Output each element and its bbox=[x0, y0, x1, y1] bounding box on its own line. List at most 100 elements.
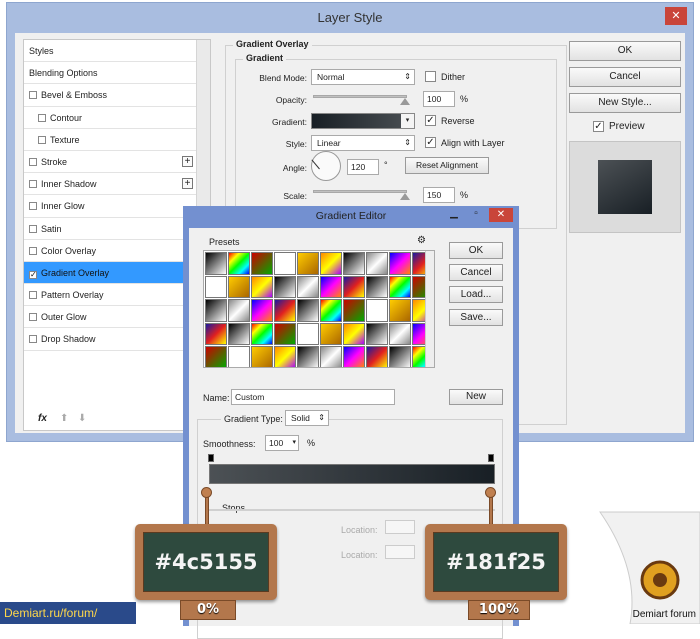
preset-swatch[interactable] bbox=[205, 252, 227, 275]
style-item-satin[interactable]: Satin bbox=[24, 218, 196, 240]
style-item-outer-glow[interactable]: Outer Glow bbox=[24, 306, 196, 329]
style-item-gradient-overlay[interactable]: ✓ Gradient Overlay bbox=[24, 261, 196, 285]
chevron-down-icon[interactable]: ▾ bbox=[401, 114, 414, 128]
fx-icon[interactable]: fx bbox=[38, 413, 47, 424]
gradient-picker[interactable] bbox=[311, 113, 415, 129]
style-item-drop-shadow[interactable]: Drop Shadow bbox=[24, 328, 196, 351]
arrow-down-icon[interactable]: ⬇ bbox=[78, 413, 86, 424]
style-item-stroke[interactable]: Stroke + bbox=[24, 151, 196, 174]
preset-swatch[interactable] bbox=[297, 252, 319, 275]
opacity-stop-left[interactable] bbox=[208, 454, 214, 462]
preset-swatch[interactable] bbox=[274, 299, 296, 322]
scale-slider[interactable] bbox=[313, 190, 410, 200]
checkbox[interactable] bbox=[29, 335, 37, 344]
location-input[interactable] bbox=[385, 520, 415, 534]
checkbox[interactable] bbox=[29, 313, 37, 322]
add-icon[interactable]: + bbox=[182, 155, 193, 167]
checkbox[interactable] bbox=[29, 224, 37, 233]
preset-swatch[interactable] bbox=[205, 299, 227, 322]
preset-swatch[interactable] bbox=[320, 252, 342, 275]
preset-swatch[interactable] bbox=[274, 252, 296, 275]
angle-dial[interactable] bbox=[311, 151, 341, 181]
style-item-styles[interactable]: Styles bbox=[24, 40, 196, 63]
preset-swatch[interactable] bbox=[366, 322, 388, 345]
smoothness-input[interactable]: 100 ▾ bbox=[265, 435, 299, 451]
site-link[interactable]: Demiart.ru/forum/ bbox=[0, 602, 136, 624]
style-item-inner-glow[interactable]: Inner Glow bbox=[24, 195, 196, 218]
scale-input[interactable]: 150 bbox=[423, 187, 455, 203]
reverse-checkbox[interactable]: ✓ bbox=[425, 115, 436, 126]
dither-checkbox[interactable] bbox=[425, 71, 436, 82]
preset-swatch[interactable] bbox=[205, 346, 227, 367]
preset-swatch[interactable] bbox=[274, 346, 296, 367]
close-button[interactable]: ✕ bbox=[665, 7, 687, 25]
scrollbar[interactable] bbox=[425, 251, 434, 367]
cancel-button[interactable]: Cancel bbox=[569, 67, 681, 87]
preset-swatch[interactable] bbox=[389, 275, 411, 298]
checkbox[interactable] bbox=[29, 157, 37, 166]
preset-swatch[interactable] bbox=[251, 252, 273, 275]
preset-swatch[interactable] bbox=[343, 346, 365, 367]
ok-button[interactable]: OK bbox=[449, 242, 503, 259]
gradient-bar[interactable] bbox=[209, 464, 495, 484]
preset-swatch[interactable] bbox=[320, 275, 342, 298]
add-icon[interactable]: + bbox=[182, 178, 193, 190]
align-checkbox[interactable]: ✓ bbox=[425, 137, 436, 148]
cancel-button[interactable]: Cancel bbox=[449, 264, 503, 281]
style-select[interactable]: Linear ⇕ bbox=[311, 135, 415, 151]
preset-swatch[interactable] bbox=[228, 299, 250, 322]
preset-swatch[interactable] bbox=[274, 275, 296, 298]
style-item-pattern-overlay[interactable]: Pattern Overlay bbox=[24, 284, 196, 307]
style-item-texture[interactable]: Texture bbox=[24, 129, 196, 151]
preset-swatch[interactable] bbox=[228, 346, 250, 367]
opacity-stop-right[interactable] bbox=[488, 454, 494, 462]
preset-swatch[interactable] bbox=[251, 275, 273, 298]
presets-grid[interactable] bbox=[203, 250, 435, 368]
preset-swatch[interactable] bbox=[343, 322, 365, 345]
blend-mode-select[interactable]: Normal ⇕ bbox=[311, 69, 415, 85]
preset-swatch[interactable] bbox=[228, 275, 250, 298]
preset-swatch[interactable] bbox=[389, 346, 411, 367]
location-input[interactable] bbox=[385, 545, 415, 559]
preset-swatch[interactable] bbox=[251, 322, 273, 345]
preset-swatch[interactable] bbox=[366, 252, 388, 275]
style-item-inner-shadow[interactable]: Inner Shadow + bbox=[24, 173, 196, 196]
preset-swatch[interactable] bbox=[366, 299, 388, 322]
new-button[interactable]: New bbox=[449, 389, 503, 405]
checkbox[interactable] bbox=[29, 180, 37, 189]
checkbox[interactable] bbox=[29, 246, 37, 255]
preview-checkbox[interactable]: ✓ bbox=[593, 121, 604, 132]
preset-swatch[interactable] bbox=[320, 322, 342, 345]
preset-swatch[interactable] bbox=[274, 322, 296, 345]
ok-button[interactable]: OK bbox=[569, 41, 681, 61]
save-button[interactable]: Save... bbox=[449, 309, 503, 326]
minimize-icon[interactable]: ▁ bbox=[445, 208, 463, 219]
style-item-blending-options[interactable]: Blending Options bbox=[24, 62, 196, 85]
preset-swatch[interactable] bbox=[389, 252, 411, 275]
arrow-up-icon[interactable]: ⬆ bbox=[60, 413, 68, 424]
angle-input[interactable]: 120 bbox=[347, 159, 379, 175]
preset-swatch[interactable] bbox=[343, 275, 365, 298]
preset-swatch[interactable] bbox=[297, 346, 319, 367]
load-button[interactable]: Load... bbox=[449, 286, 503, 303]
name-input[interactable]: Custom bbox=[231, 389, 395, 405]
new-style-button[interactable]: New Style... bbox=[569, 93, 681, 113]
checkbox[interactable] bbox=[38, 135, 46, 144]
gradient-type-select[interactable]: Solid ⇕ bbox=[285, 410, 329, 426]
preset-swatch[interactable] bbox=[366, 275, 388, 298]
checkbox[interactable]: ✓ bbox=[29, 270, 37, 279]
preset-swatch[interactable] bbox=[343, 299, 365, 322]
preset-swatch[interactable] bbox=[343, 252, 365, 275]
preset-swatch[interactable] bbox=[297, 299, 319, 322]
opacity-slider[interactable] bbox=[313, 95, 410, 105]
gear-icon[interactable]: ⚙ bbox=[417, 235, 426, 246]
checkbox[interactable] bbox=[29, 91, 37, 100]
preset-swatch[interactable] bbox=[228, 252, 250, 275]
preset-swatch[interactable] bbox=[297, 275, 319, 298]
checkbox[interactable] bbox=[29, 202, 37, 211]
checkbox[interactable] bbox=[38, 113, 46, 122]
maximize-icon[interactable]: ▫ bbox=[467, 208, 485, 219]
preset-swatch[interactable] bbox=[366, 346, 388, 367]
preset-swatch[interactable] bbox=[205, 322, 227, 345]
reset-alignment-button[interactable]: Reset Alignment bbox=[405, 157, 489, 174]
